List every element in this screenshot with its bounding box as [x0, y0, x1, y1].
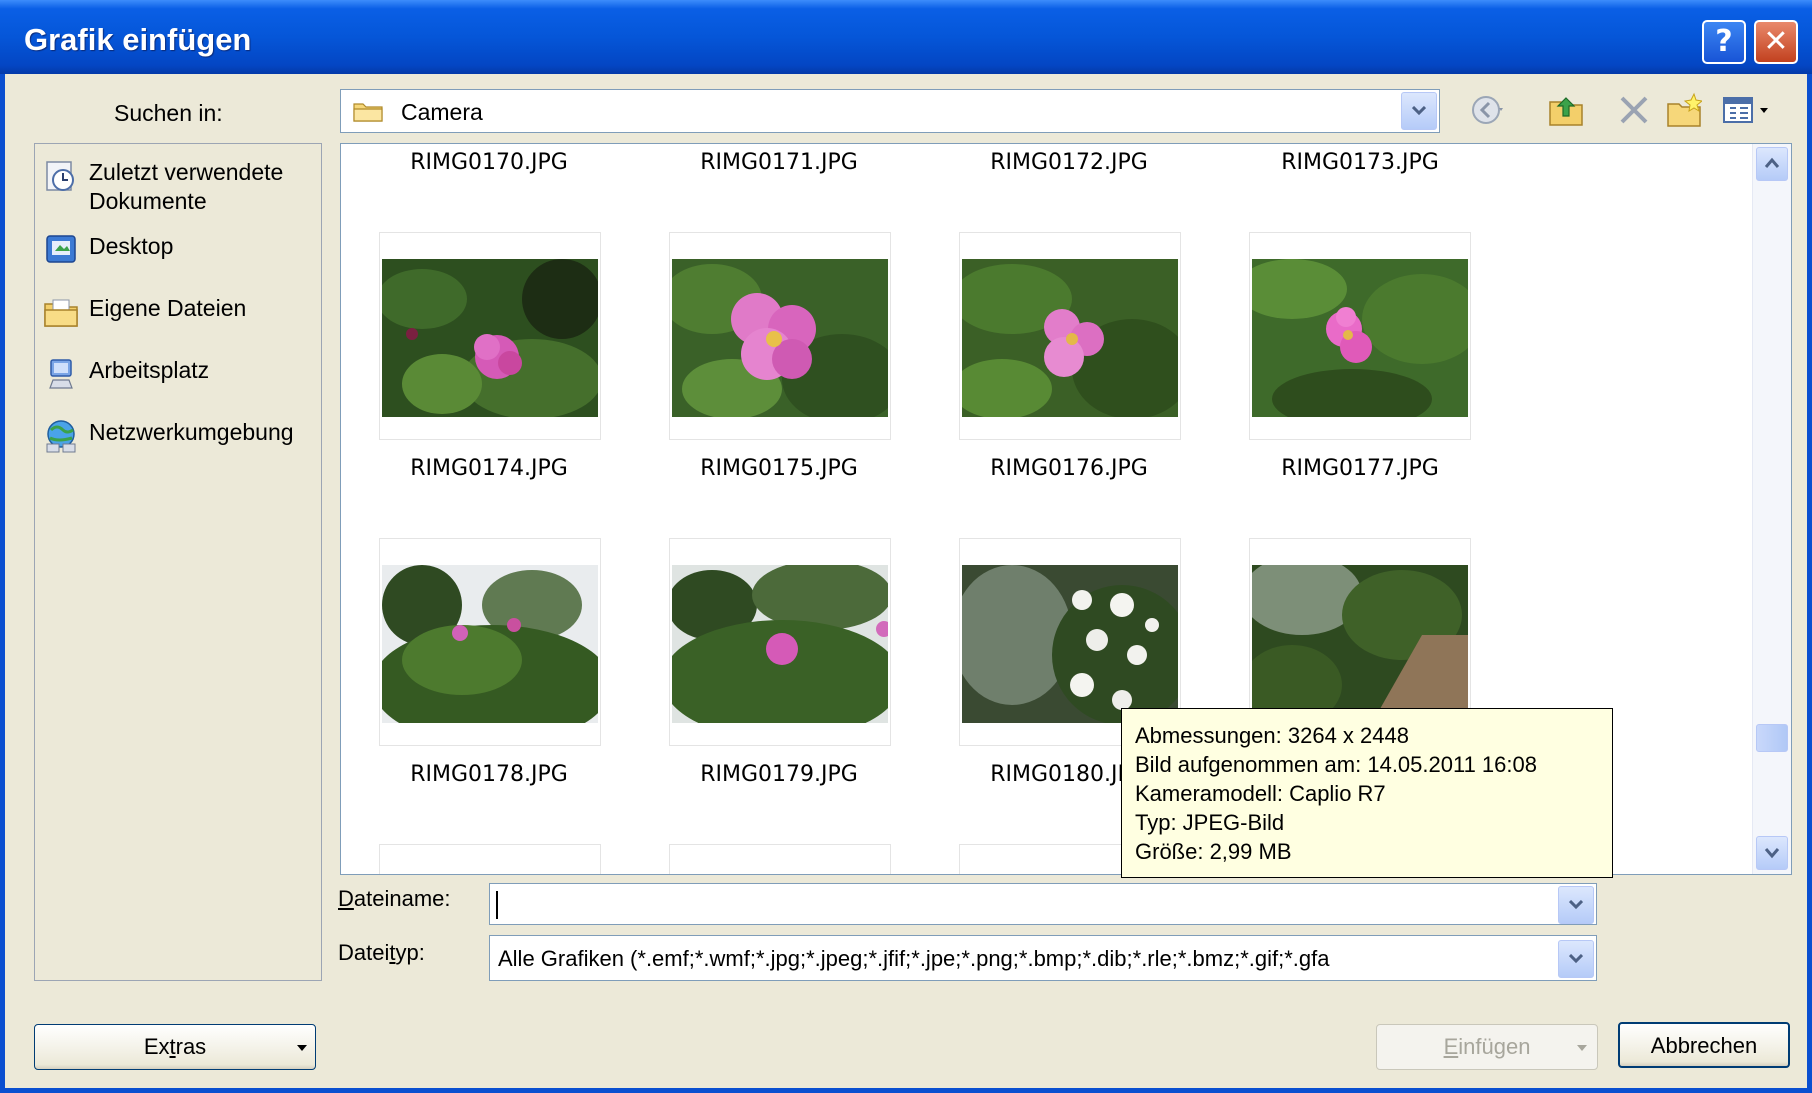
place-my-computer[interactable]: Arbeitsplatz — [39, 352, 321, 412]
place-my-computer-label: Arbeitsplatz — [89, 357, 210, 383]
place-network-label: Netzwerkumgebung — [89, 419, 294, 445]
scroll-down-button[interactable] — [1756, 836, 1788, 870]
place-recent-documents[interactable]: Zuletzt verwendete Dokumente — [39, 154, 321, 214]
chevron-down-icon — [1569, 900, 1583, 910]
thumbnail-rimg0174[interactable] — [379, 232, 601, 440]
place-desktop[interactable]: Desktop — [39, 228, 321, 288]
rose-photo-image — [382, 259, 598, 417]
insert-button[interactable]: Einfügen — [1376, 1024, 1598, 1070]
file-name[interactable]: RIMG0178.JPG — [369, 762, 609, 787]
thumbnail-rimg0176[interactable] — [959, 232, 1181, 440]
look-in-combobox[interactable]: Camera — [340, 89, 1440, 133]
tooltip-date-taken: Bild aufgenommen am: 14.05.2011 16:08 — [1135, 752, 1537, 777]
chevron-up-icon — [1764, 157, 1780, 168]
look-in-label: Suchen in: — [114, 100, 223, 126]
garden-path-photo-image — [1252, 565, 1468, 723]
file-name[interactable]: RIMG0175.JPG — [659, 456, 899, 481]
filename-label: Dateiname: — [338, 886, 451, 911]
scroll-up-button[interactable] — [1756, 147, 1788, 181]
look-in-value: Camera — [401, 99, 483, 125]
help-button[interactable]: ? — [1702, 20, 1746, 64]
place-my-documents-label: Eigene Dateien — [89, 295, 247, 321]
cancel-button[interactable]: Abbrechen — [1618, 1022, 1790, 1068]
white-flowers-photo-image — [962, 565, 1178, 723]
rose-photo-image — [672, 259, 888, 417]
rose-photo-image — [1252, 259, 1468, 417]
dialog-title: Grafik einfügen — [24, 22, 252, 57]
close-button[interactable]: ✕ — [1754, 20, 1798, 64]
insert-picture-dialog: Grafik einfügen ? ✕ Suchen in: Camera Zu… — [0, 0, 1812, 1093]
rose-bush-photo-image — [672, 565, 888, 723]
thumbnail-partial[interactable] — [669, 844, 891, 874]
filename-input[interactable] — [489, 883, 1597, 925]
thumbnail-rimg0179[interactable] — [669, 538, 891, 746]
look-in-dropdown-button[interactable] — [1401, 92, 1437, 130]
title-bar[interactable]: Grafik einfügen ? ✕ — [0, 0, 1812, 74]
my-documents-icon — [44, 299, 78, 327]
desktop-icon — [46, 235, 76, 263]
tooltip-type: Typ: JPEG-Bild — [1135, 810, 1285, 835]
text-caret — [496, 891, 498, 919]
chevron-down-icon — [1569, 954, 1583, 964]
tooltip-size: Größe: 2,99 MB — [1135, 839, 1292, 864]
delete-icon[interactable] — [1616, 92, 1652, 128]
folder-icon — [353, 103, 383, 122]
extras-button[interactable]: Extras — [34, 1024, 316, 1070]
file-name[interactable]: RIMG0171.JPG — [659, 150, 899, 175]
file-name[interactable]: RIMG0177.JPG — [1240, 456, 1480, 481]
thumbnail-rimg0178[interactable] — [379, 538, 601, 746]
place-recent-line1: Zuletzt verwendete — [89, 159, 284, 185]
image-info-tooltip: Abmessungen: 3264 x 2448 Bild aufgenomme… — [1121, 708, 1613, 878]
rose-photo-image — [962, 259, 1178, 417]
dropdown-arrow-icon — [1577, 1045, 1587, 1051]
filetype-dropdown-button[interactable] — [1558, 940, 1594, 978]
filetype-select[interactable]: Alle Grafiken (*.emf;*.wmf;*.jpg;*.jpeg;… — [489, 935, 1597, 981]
new-folder-icon[interactable] — [1666, 92, 1702, 128]
up-folder-icon[interactable] — [1548, 92, 1584, 128]
thumbnail-partial[interactable] — [379, 844, 601, 874]
rose-bush-photo-image — [382, 565, 598, 723]
thumbnail-rimg0175[interactable] — [669, 232, 891, 440]
filetype-value: Alle Grafiken (*.emf;*.wmf;*.jpg;*.jpeg;… — [498, 946, 1330, 971]
file-name[interactable]: RIMG0170.JPG — [369, 150, 609, 175]
network-icon — [46, 420, 76, 453]
place-recent-line2: Dokumente — [89, 188, 207, 214]
chevron-down-icon — [1412, 106, 1426, 116]
tooltip-camera-model: Kameramodell: Caplio R7 — [1135, 781, 1386, 806]
dropdown-arrow-icon — [297, 1045, 307, 1051]
places-bar: Zuletzt verwendete Dokumente Desktop Eige… — [34, 143, 322, 981]
file-name[interactable]: RIMG0179.JPG — [659, 762, 899, 787]
back-icon[interactable] — [1470, 92, 1506, 128]
file-name[interactable]: RIMG0172.JPG — [949, 150, 1189, 175]
file-name[interactable]: RIMG0176.JPG — [949, 456, 1189, 481]
filetype-label: Dateityp: — [338, 940, 425, 965]
place-my-documents[interactable]: Eigene Dateien — [39, 290, 321, 350]
filename-dropdown-button[interactable] — [1558, 886, 1594, 924]
views-icon[interactable] — [1722, 92, 1772, 128]
vertical-scrollbar[interactable] — [1752, 144, 1791, 874]
tooltip-dimensions: Abmessungen: 3264 x 2448 — [1135, 723, 1409, 748]
place-network[interactable]: Netzwerkumgebung — [39, 414, 321, 474]
place-desktop-label: Desktop — [89, 233, 174, 259]
file-name[interactable]: RIMG0174.JPG — [369, 456, 609, 481]
thumbnail-rimg0177[interactable] — [1249, 232, 1471, 440]
my-computer-icon — [49, 359, 73, 389]
chevron-down-icon — [1764, 848, 1780, 859]
file-name[interactable]: RIMG0173.JPG — [1240, 150, 1480, 175]
recent-documents-icon — [46, 161, 74, 191]
scroll-thumb[interactable] — [1756, 724, 1788, 752]
